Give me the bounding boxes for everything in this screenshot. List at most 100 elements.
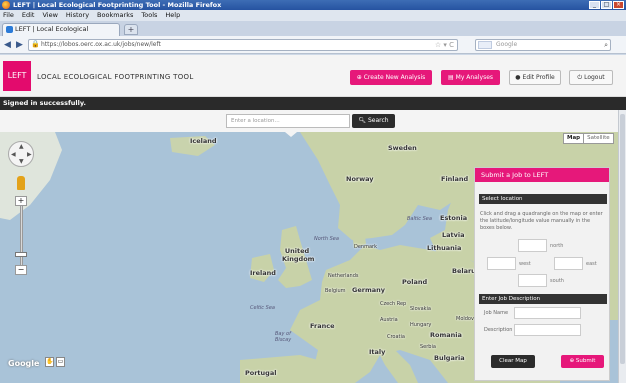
- menu-tools[interactable]: Tools: [141, 10, 157, 21]
- left-logo[interactable]: LEFT: [3, 61, 31, 91]
- pan-up-icon[interactable]: ▲: [19, 143, 24, 150]
- google-logo: Google: [8, 359, 40, 368]
- search-placeholder: Google: [496, 41, 518, 48]
- submit-button[interactable]: ⊕ Submit: [561, 355, 604, 368]
- zoom-slider-track[interactable]: [20, 200, 23, 270]
- search-icon: 🔍︎: [358, 117, 367, 124]
- south-label: south: [550, 278, 564, 284]
- pan-left-icon[interactable]: ◀: [11, 151, 16, 158]
- forward-button[interactable]: ▶: [16, 39, 26, 51]
- map-label: Bulgaria: [434, 354, 465, 362]
- favicon-icon: [6, 26, 13, 33]
- power-icon: ⏻: [577, 74, 583, 81]
- window-controls: _ □ ×: [589, 1, 624, 9]
- map-label: Croatia: [387, 334, 405, 340]
- close-button[interactable]: ×: [613, 1, 624, 9]
- url-bar[interactable]: 🔒 https://lobos.oerc.ox.ac.uk/jobs/new/l…: [28, 39, 458, 51]
- north-input[interactable]: [518, 239, 547, 252]
- map-label: Romania: [430, 331, 462, 339]
- pan-down-icon[interactable]: ▼: [19, 158, 24, 165]
- menu-file[interactable]: File: [3, 10, 14, 21]
- map-label: Hungary: [410, 322, 432, 328]
- map-label: Latvia: [442, 231, 465, 239]
- south-input[interactable]: [518, 274, 547, 287]
- clear-map-button[interactable]: Clear Map: [491, 355, 535, 368]
- map-label: United Kingdom: [282, 247, 315, 263]
- create-new-analysis-button[interactable]: ⊕ Create New Analysis: [350, 70, 432, 85]
- hand-tool-icon[interactable]: ✋: [45, 357, 54, 367]
- zoom-slider-handle[interactable]: [15, 252, 27, 257]
- pan-right-icon[interactable]: ▶: [27, 151, 32, 158]
- map-label: Belgium: [325, 288, 346, 294]
- map-label: Sweden: [388, 144, 417, 152]
- menu-view[interactable]: View: [42, 10, 57, 21]
- menu-help[interactable]: Help: [165, 10, 180, 21]
- map-label: Italy: [369, 348, 386, 356]
- firefox-icon: [2, 1, 10, 9]
- map-label: Portugal: [245, 369, 277, 377]
- location-input[interactable]: Enter a location...: [226, 114, 350, 128]
- description-input[interactable]: [514, 324, 581, 336]
- page-scrollbar[interactable]: [618, 110, 626, 383]
- scrollbar-thumb[interactable]: [620, 114, 625, 364]
- back-button[interactable]: ◀: [4, 39, 16, 51]
- map-label: Slovakia: [410, 306, 431, 312]
- new-tab-button[interactable]: +: [124, 24, 138, 35]
- map-label: Poland: [402, 278, 428, 286]
- map-label: Estonia: [440, 214, 468, 222]
- my-analyses-button[interactable]: ▤ My Analyses: [441, 70, 500, 85]
- window-title: LEFT | Local Ecological Footprinting Too…: [13, 1, 222, 9]
- street-view-pegman-icon[interactable]: [17, 176, 25, 190]
- menu-history[interactable]: History: [66, 10, 89, 21]
- panel-title: Submit a Job to LEFT: [475, 168, 609, 182]
- description-label: Description: [484, 327, 513, 333]
- maximize-button[interactable]: □: [601, 1, 612, 9]
- app-header: LEFT LOCAL ECOLOGICAL FOOTPRINTING TOOL …: [0, 55, 626, 97]
- map-search-strip: Enter a location... 🔍︎ Search: [0, 110, 626, 137]
- map-label: North Sea: [314, 236, 339, 242]
- job-description-header: Enter Job Description: [479, 294, 607, 304]
- map-label: Norway: [346, 175, 374, 183]
- job-name-input[interactable]: [514, 307, 581, 319]
- east-input[interactable]: [554, 257, 583, 270]
- search-icon[interactable]: ⌕: [604, 40, 608, 50]
- west-label: west: [519, 261, 531, 267]
- map-type-map[interactable]: Map: [564, 134, 583, 143]
- map-label: Baltic Sea: [407, 216, 432, 222]
- map-label: Austria: [380, 317, 398, 323]
- tab-bar: LEFT | Local Ecological Footprinting Too…: [0, 21, 626, 44]
- menu-edit[interactable]: Edit: [22, 10, 35, 21]
- submit-job-panel: Submit a Job to LEFT Select location Cli…: [474, 167, 610, 381]
- url-text: https://lobos.oerc.ox.ac.uk/jobs/new/lef…: [41, 41, 161, 48]
- zoom-in-button[interactable]: +: [15, 196, 27, 206]
- map-type-satellite[interactable]: Satellite: [583, 134, 613, 143]
- browser-tab[interactable]: LEFT | Local Ecological Footprinting Too…: [2, 23, 120, 44]
- west-input[interactable]: [487, 257, 516, 270]
- zoom-out-button[interactable]: −: [15, 265, 27, 275]
- menu-bookmarks[interactable]: Bookmarks: [97, 10, 133, 21]
- user-icon: ●: [515, 74, 521, 81]
- map-pan-control[interactable]: ▲ ▼ ◀ ▶: [8, 141, 34, 167]
- map-label: Denmark: [354, 244, 377, 250]
- navigation-bar: ◀ ▶ 🔒 https://lobos.oerc.ox.ac.uk/jobs/n…: [0, 36, 626, 54]
- minimize-button[interactable]: _: [589, 1, 600, 9]
- edit-profile-button[interactable]: ● Edit Profile: [509, 70, 561, 85]
- browser-search-bar[interactable]: Google ⌕: [475, 39, 611, 51]
- logout-button[interactable]: ⏻ Logout: [569, 70, 613, 85]
- map-canvas[interactable]: Enter a location... 🔍︎ Search Map Satell…: [0, 110, 626, 383]
- map-label: Iceland: [190, 137, 217, 145]
- map-label: France: [310, 322, 335, 330]
- folder-icon: ▤: [447, 74, 454, 81]
- map-label: Serbia: [420, 344, 436, 350]
- bookmark-star-icon[interactable]: ☆ ▾ C: [435, 40, 454, 50]
- map-type-control: Map Satellite: [563, 133, 614, 144]
- map-label: Bay of Biscay: [275, 331, 292, 343]
- lock-icon: 🔒: [31, 40, 40, 48]
- map-search-button[interactable]: 🔍︎ Search: [352, 114, 395, 128]
- rectangle-tool-icon[interactable]: ▭: [56, 357, 65, 367]
- menu-bar: File Edit View History Bookmarks Tools H…: [0, 10, 626, 21]
- map-label: Ireland: [250, 269, 276, 277]
- map-label: Moldov: [456, 316, 474, 322]
- map-label: Celtic Sea: [250, 305, 275, 311]
- search-engine-icon[interactable]: [478, 41, 492, 49]
